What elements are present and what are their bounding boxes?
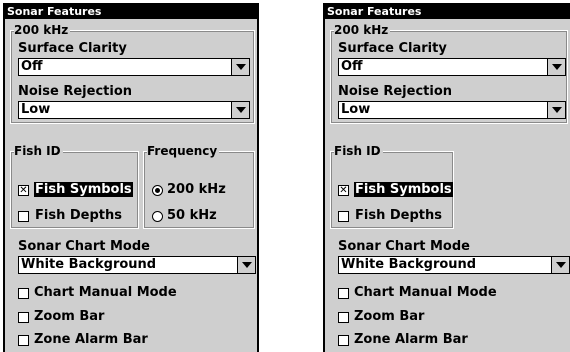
surface-clarity-dropdown[interactable]: Off xyxy=(18,58,250,76)
chevron-down-icon[interactable] xyxy=(551,257,569,273)
fish-symbols-text: Fish Symbols xyxy=(354,182,453,197)
chevron-down-icon[interactable] xyxy=(547,102,565,118)
sonar-chart-mode-dropdown[interactable]: White Background xyxy=(338,256,570,274)
window-title: Sonar Features xyxy=(5,5,257,19)
group-legend: 200 kHz xyxy=(14,23,71,37)
fish-depths-label[interactable]: Fish Depths xyxy=(35,208,122,223)
group-legend: 200 kHz xyxy=(334,23,391,37)
noise-rejection-dropdown[interactable]: Low xyxy=(338,101,566,119)
fish-symbols-checkbox[interactable]: ✕ xyxy=(18,185,29,196)
zoom-bar-checkbox[interactable] xyxy=(338,312,349,323)
zone-alarm-bar-checkbox[interactable] xyxy=(338,335,349,346)
group-legend: Fish ID xyxy=(14,144,63,158)
surface-clarity-dropdown[interactable]: Off xyxy=(338,58,566,76)
zoom-bar-label[interactable]: Zoom Bar xyxy=(354,309,424,324)
fish-symbols-text: Fish Symbols xyxy=(34,182,133,197)
surface-clarity-label: Surface Clarity xyxy=(338,41,447,56)
sonar-chart-mode-dropdown[interactable]: White Background xyxy=(18,256,256,274)
zone-alarm-bar-checkbox[interactable] xyxy=(18,335,29,346)
fish-depths-checkbox[interactable] xyxy=(338,211,349,222)
zoom-bar-label[interactable]: Zoom Bar xyxy=(34,309,104,324)
noise-rejection-dropdown[interactable]: Low xyxy=(18,101,250,119)
noise-rejection-label: Noise Rejection xyxy=(18,84,133,99)
frequency-50khz-radio[interactable] xyxy=(152,211,163,222)
dropdown-value: Low xyxy=(341,102,371,117)
fish-symbols-label[interactable]: Fish Symbols xyxy=(354,182,453,197)
zoom-bar-checkbox[interactable] xyxy=(18,312,29,323)
noise-rejection-label: Noise Rejection xyxy=(338,84,453,99)
dropdown-value: Off xyxy=(21,59,43,74)
group-legend: Fish ID xyxy=(334,144,383,158)
fish-symbols-label[interactable]: Fish Symbols xyxy=(34,182,133,197)
sonar-chart-mode-label: Sonar Chart Mode xyxy=(18,239,150,254)
chart-manual-mode-checkbox[interactable] xyxy=(338,288,349,299)
zone-alarm-bar-label[interactable]: Zone Alarm Bar xyxy=(34,332,148,347)
chevron-down-icon[interactable] xyxy=(231,102,249,118)
frequency-200khz-label[interactable]: 200 kHz xyxy=(167,182,226,197)
group-legend: Frequency xyxy=(147,144,220,158)
chart-manual-mode-label[interactable]: Chart Manual Mode xyxy=(354,285,497,300)
frequency-50khz-label[interactable]: 50 kHz xyxy=(167,208,217,223)
chevron-down-icon[interactable] xyxy=(231,59,249,75)
zone-alarm-bar-label[interactable]: Zone Alarm Bar xyxy=(354,332,468,347)
dropdown-value: Low xyxy=(21,102,51,117)
dropdown-value: Off xyxy=(341,59,363,74)
sonar-features-window-left: Sonar Features 200 kHz Surface Clarity O… xyxy=(3,3,259,352)
window-title: Sonar Features xyxy=(325,5,570,19)
fish-depths-label[interactable]: Fish Depths xyxy=(355,208,442,223)
chart-manual-mode-checkbox[interactable] xyxy=(18,288,29,299)
chevron-down-icon[interactable] xyxy=(547,59,565,75)
surface-clarity-label: Surface Clarity xyxy=(18,41,127,56)
fish-depths-checkbox[interactable] xyxy=(18,211,29,222)
dropdown-value: White Background xyxy=(21,257,157,272)
chevron-down-icon[interactable] xyxy=(237,257,255,273)
dropdown-value: White Background xyxy=(341,257,477,272)
fish-symbols-checkbox[interactable]: ✕ xyxy=(338,185,349,196)
frequency-200khz-radio[interactable] xyxy=(152,185,163,196)
chart-manual-mode-label[interactable]: Chart Manual Mode xyxy=(34,285,177,300)
sonar-features-window-right: Sonar Features 200 kHz Surface Clarity O… xyxy=(323,3,570,352)
sonar-chart-mode-label: Sonar Chart Mode xyxy=(338,239,470,254)
